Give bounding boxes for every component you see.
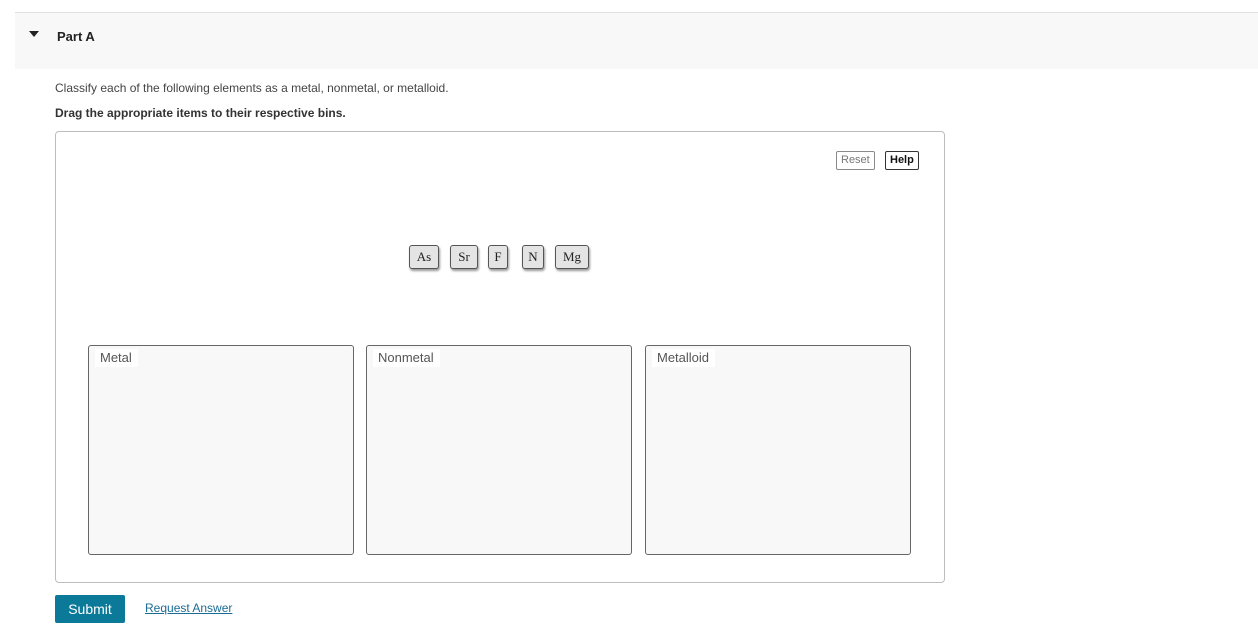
part-title: Part A xyxy=(57,29,95,44)
request-answer-link[interactable]: Request Answer xyxy=(145,601,232,615)
bin-label: Nonmetal xyxy=(373,349,440,367)
bin-metal[interactable]: Metal xyxy=(88,345,354,555)
token-f[interactable]: F xyxy=(488,245,508,269)
bin-label: Metalloid xyxy=(652,349,716,367)
token-n[interactable]: N xyxy=(522,245,544,269)
token-sr[interactable]: Sr xyxy=(450,245,478,269)
caret-down-icon[interactable] xyxy=(29,31,39,37)
submit-button[interactable]: Submit xyxy=(55,595,125,623)
bin-nonmetal[interactable]: Nonmetal xyxy=(366,345,632,555)
part-header[interactable]: Part A xyxy=(15,13,1258,69)
help-button[interactable]: Help xyxy=(885,151,919,170)
instruction-text: Classify each of the following elements … xyxy=(55,81,449,95)
drag-drop-panel: Reset Help As Sr F N Mg Metal Nonmetal M… xyxy=(55,131,945,583)
reset-button[interactable]: Reset xyxy=(836,151,875,170)
drag-instruction: Drag the appropriate items to their resp… xyxy=(55,106,346,120)
token-as[interactable]: As xyxy=(409,245,439,269)
bin-metalloid[interactable]: Metalloid xyxy=(645,345,911,555)
bin-label: Metal xyxy=(95,349,138,367)
token-mg[interactable]: Mg xyxy=(555,245,589,269)
